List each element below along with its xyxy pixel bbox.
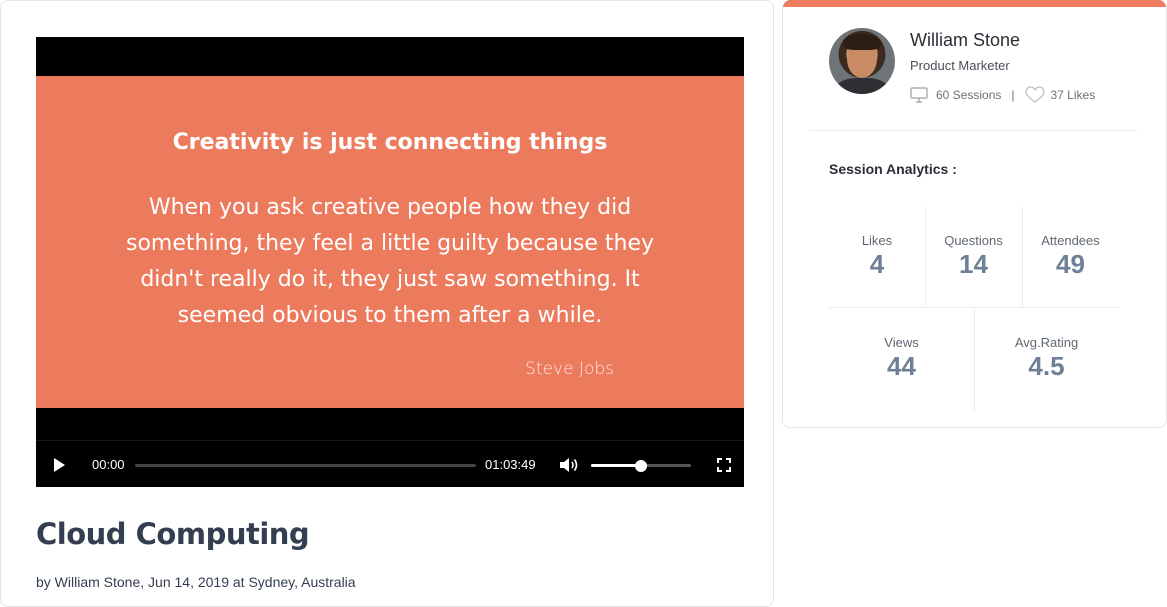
stat-views: Views 44 (829, 335, 974, 382)
fullscreen-icon[interactable] (717, 458, 731, 472)
current-time: 00:00 (92, 457, 125, 472)
speaker-role: Product Marketer (910, 58, 1010, 73)
speaker-stats: 60 Sessions | 37 Likes (910, 86, 1095, 104)
stat-value: 4.5 (1028, 351, 1065, 381)
progress-bar[interactable] (135, 464, 476, 467)
stat-value: 44 (887, 351, 916, 381)
stat-label: Questions (944, 233, 1003, 248)
stat-label: Views (884, 335, 919, 350)
stat-value: 49 (1056, 249, 1085, 279)
stat-attendees: Attendees 49 (1022, 233, 1119, 280)
analytics-title: Session Analytics : (829, 161, 957, 177)
stat-questions: Questions 14 (925, 233, 1022, 280)
monitor-icon (910, 87, 928, 103)
session-video-card: Creativity is just connecting things Whe… (0, 0, 774, 607)
slide-author: Steve Jobs (525, 359, 614, 379)
video-slide: Creativity is just connecting things Whe… (36, 76, 744, 408)
avatar[interactable] (829, 28, 895, 94)
heart-icon[interactable] (1024, 86, 1045, 104)
sessions-count: 60 Sessions (936, 88, 1002, 102)
stat-value: 4 (869, 249, 885, 279)
play-icon[interactable] (54, 458, 65, 472)
volume-slider[interactable] (591, 459, 691, 472)
stat-label: Avg.Rating (1014, 335, 1079, 350)
slide-quote: When you ask creative people how they di… (126, 195, 654, 328)
stats-separator: | (1011, 88, 1015, 102)
speaker-name[interactable]: William Stone (910, 30, 1020, 51)
total-time: 01:03:49 (485, 457, 536, 472)
stat-likes: Likes 4 (829, 233, 925, 280)
stat-avg-rating: Avg.Rating 4.5 (974, 335, 1119, 382)
volume-knob[interactable] (635, 459, 647, 472)
session-title: Cloud Computing (36, 517, 310, 551)
accent-bar (783, 0, 1166, 7)
divider (809, 130, 1138, 131)
player-controls: 00:00 01:03:49 (36, 440, 744, 487)
likes-count: 37 Likes (1050, 88, 1096, 102)
volume-icon[interactable] (558, 455, 580, 475)
speaker-card: William Stone Product Marketer 60 Sessio… (782, 0, 1167, 428)
session-meta: by William Stone, Jun 14, 2019 at Sydney… (36, 574, 356, 590)
video-player[interactable]: Creativity is just connecting things Whe… (36, 37, 744, 487)
stat-value: 14 (959, 249, 988, 279)
slide-title: Creativity is just connecting things (172, 130, 608, 155)
stat-label: Attendees (1041, 233, 1100, 248)
stat-label: Likes (861, 233, 893, 248)
volume-fill (591, 459, 647, 472)
